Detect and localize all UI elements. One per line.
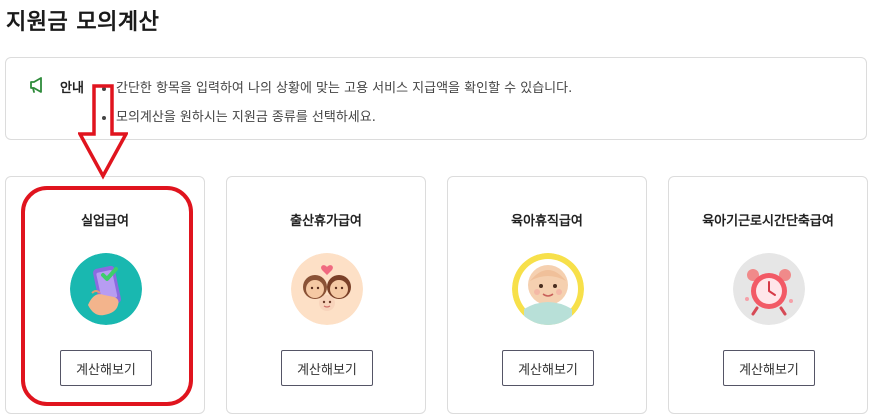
family-icon <box>291 253 363 325</box>
phone-check-icon <box>70 253 142 325</box>
baby-icon <box>512 253 584 325</box>
card-title: 육아기근로시간단축급여 <box>702 214 834 229</box>
bullet-icon <box>102 115 106 120</box>
notice-item: 모의계산을 원하시는 지원금 종류를 선택하세요. <box>102 106 376 125</box>
card-maternity-leave-benefit: 출산휴가급여 계산해보기 <box>226 176 426 414</box>
card-title: 출산휴가급여 <box>290 214 362 229</box>
page-title: 지원금 모의계산 <box>6 10 160 35</box>
megaphone-icon <box>30 77 42 93</box>
card-parental-leave-benefit: 육아휴직급여 계산해보기 <box>447 176 647 414</box>
calculate-button[interactable]: 계산해보기 <box>502 350 594 386</box>
notice-item-text: 모의계산을 원하시는 지원금 종류를 선택하세요. <box>116 110 376 125</box>
notice-item: 간단한 항목을 입력하여 나의 상황에 맞는 고용 서비스 지급액을 확인할 수… <box>102 77 572 96</box>
card-title: 육아휴직급여 <box>511 214 583 229</box>
card-title: 실업급여 <box>81 214 129 229</box>
alarm-clock-icon <box>733 253 805 325</box>
notice-label: 안내 <box>60 81 84 96</box>
card-unemployment-benefit: 실업급여 계산해보기 <box>5 176 205 414</box>
calculate-button[interactable]: 계산해보기 <box>723 350 815 386</box>
card-reduced-hours-benefit: 육아기근로시간단축급여 계산해보기 <box>668 176 868 414</box>
notice-item-text: 간단한 항목을 입력하여 나의 상황에 맞는 고용 서비스 지급액을 확인할 수… <box>116 81 573 96</box>
bullet-icon <box>102 86 106 91</box>
notice-box: 안내 간단한 항목을 입력하여 나의 상황에 맞는 고용 서비스 지급액을 확인… <box>5 57 867 140</box>
calculate-button[interactable]: 계산해보기 <box>281 350 373 386</box>
calculate-button[interactable]: 계산해보기 <box>60 350 152 386</box>
